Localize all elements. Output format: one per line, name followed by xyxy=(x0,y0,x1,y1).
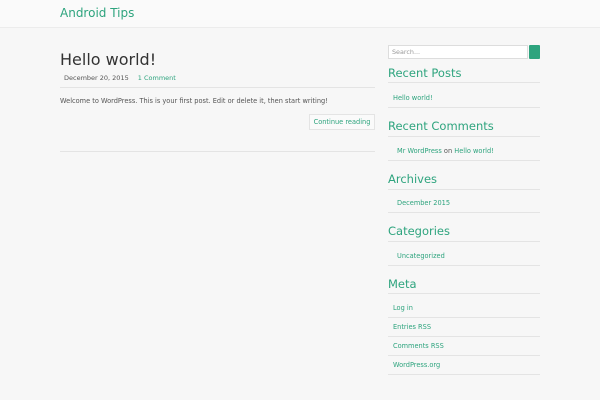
archive-link[interactable]: December 2015 xyxy=(397,199,450,207)
divider xyxy=(388,212,540,213)
recent-post-link[interactable]: Hello world! xyxy=(393,94,433,102)
divider xyxy=(388,189,540,190)
divider xyxy=(388,336,540,337)
divider xyxy=(388,293,540,294)
site-header: Android Tips xyxy=(0,0,600,28)
meta-link-login[interactable]: Log in xyxy=(393,304,413,312)
divider xyxy=(60,151,375,152)
post-meta: December 20, 2015 1 Comment xyxy=(64,74,183,82)
divider xyxy=(388,160,540,161)
divider xyxy=(388,355,540,356)
divider xyxy=(60,87,375,88)
divider xyxy=(388,107,540,108)
divider xyxy=(388,82,540,83)
comment-post-link[interactable]: Hello world! xyxy=(454,147,494,155)
recent-posts-title: Recent Posts xyxy=(388,66,462,80)
meta-title: Meta xyxy=(388,277,417,291)
divider xyxy=(388,136,540,137)
post-body: Welcome to WordPress. This is your first… xyxy=(60,97,328,105)
categories-title: Categories xyxy=(388,224,450,238)
post-date[interactable]: December 20, 2015 xyxy=(64,74,129,82)
post-comments-link[interactable]: 1 Comment xyxy=(138,74,176,82)
divider xyxy=(388,317,540,318)
divider xyxy=(388,241,540,242)
comment-on-text: on xyxy=(443,147,453,155)
post-title[interactable]: Hello world! xyxy=(60,50,156,69)
meta-link-wordpress-org[interactable]: WordPress.org xyxy=(393,361,440,369)
site-title-link[interactable]: Android Tips xyxy=(60,6,134,20)
continue-reading-button[interactable]: Continue reading xyxy=(309,114,375,130)
comment-author-link[interactable]: Mr WordPress xyxy=(397,147,442,155)
recent-comment-item: Mr WordPress on Hello world! xyxy=(397,147,494,155)
recent-comments-title: Recent Comments xyxy=(388,119,494,133)
search-button[interactable] xyxy=(529,45,540,59)
search-input[interactable]: Search... xyxy=(388,45,528,59)
divider xyxy=(388,265,540,266)
meta-link-comments-rss[interactable]: Comments RSS xyxy=(393,342,444,350)
divider xyxy=(388,374,540,375)
archives-title: Archives xyxy=(388,172,438,186)
category-link[interactable]: Uncategorized xyxy=(397,252,445,260)
meta-link-entries-rss[interactable]: Entries RSS xyxy=(393,323,431,331)
